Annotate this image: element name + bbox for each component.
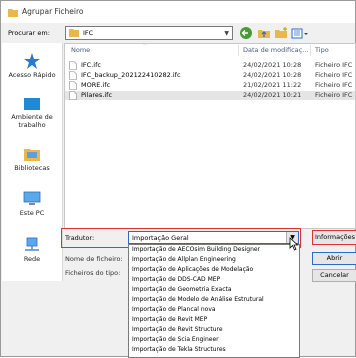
info-button[interactable]: Informações <box>312 230 356 245</box>
file-row[interactable]: MORE.ifc 21/02/2021 11:22 Ficheiro IFC <box>65 81 355 90</box>
translator-option[interactable]: Importação de Geometria Exacta <box>132 286 232 293</box>
place-quick-access[interactable]: Acesso Rápido <box>2 53 62 79</box>
filename-label: Nome de ficheiro: <box>65 255 123 263</box>
column-header-type[interactable]: Tipo <box>315 44 329 57</box>
desktop-icon <box>24 98 40 110</box>
network-icon <box>25 237 39 251</box>
lookin-value: IFC <box>83 29 94 37</box>
cancel-button[interactable]: Cancelar <box>312 269 356 282</box>
place-desktop[interactable]: Ambiente de trabalho <box>2 97 62 129</box>
translator-option[interactable]: Importação de Modelo de Análise Estrutur… <box>132 296 264 303</box>
file-list: Nome ^ Data de modificaç... Tipo IFC.ifc… <box>64 43 356 229</box>
translator-option[interactable]: Importação de DDS-CAD MEP <box>132 276 220 283</box>
place-this-pc[interactable]: Este PC <box>2 191 62 217</box>
open-file-dialog: Agrupar Ficheiro Procurar em: IFC ▼ Aces… <box>0 0 356 358</box>
translator-option[interactable]: Importação de Plancal nova <box>132 306 216 313</box>
translator-select[interactable]: Importação Geral ▼ <box>128 231 299 244</box>
translator-option[interactable]: Importação de Revit MEP <box>132 316 207 323</box>
translator-option[interactable]: Importação de Scia Engineer <box>132 336 219 343</box>
library-icon <box>24 149 40 161</box>
column-header-date[interactable]: Data de modificaç... <box>243 44 308 57</box>
file-row[interactable]: Pilares.ifc 24/02/2021 10:21 Ficheiro IF… <box>65 91 355 100</box>
sort-up-icon: ^ <box>143 43 148 49</box>
file-icon <box>69 81 77 90</box>
translator-option[interactable]: Importação de Aplicações de Modelação <box>132 266 253 273</box>
translator-option[interactable]: Importação de Allplan Engineering <box>132 256 236 263</box>
lookin-label: Procurar em: <box>8 29 50 37</box>
places-bar: Acesso Rápido Ambiente de trabalho Bibli… <box>2 43 63 281</box>
view-menu-icon[interactable] <box>291 26 309 40</box>
new-folder-icon[interactable] <box>274 26 288 40</box>
file-row[interactable]: IFC.ifc 24/02/2021 10:28 Ficheiro IFC <box>65 61 355 70</box>
lookin-select[interactable]: IFC ▼ <box>65 26 233 40</box>
filetype-label: Ficheiros do tipo: <box>65 269 121 277</box>
folder-icon <box>69 29 79 37</box>
mouse-cursor-icon <box>289 237 299 251</box>
translator-label: Tradutor: <box>65 234 95 242</box>
file-icon <box>69 61 77 70</box>
translator-option[interactable]: Importação de AECOsim Building Designer <box>132 246 260 253</box>
computer-icon <box>23 191 41 205</box>
up-folder-icon[interactable] <box>257 26 271 40</box>
title-bar: Agrupar Ficheiro <box>1 1 355 23</box>
chevron-down-icon: ▼ <box>224 30 229 37</box>
column-separator <box>310 45 311 56</box>
column-header-name[interactable]: Nome <box>71 44 90 57</box>
place-libraries[interactable]: Bibliotecas <box>2 146 62 172</box>
translator-value: Importação Geral <box>132 234 189 242</box>
file-row[interactable]: IFC_backup_202122410282.ifc 24/02/2021 1… <box>65 71 355 80</box>
open-button[interactable]: Abrir <box>312 252 356 265</box>
column-separator <box>238 45 239 56</box>
translator-dropdown-list: Importação de AECOsim Building Designer … <box>128 244 300 358</box>
file-icon <box>69 71 77 80</box>
star-icon <box>24 53 40 69</box>
folder-icon <box>8 9 18 17</box>
translator-option[interactable]: Importação de Revit Structure <box>132 326 223 333</box>
place-network[interactable]: Rede <box>2 237 62 263</box>
back-icon[interactable] <box>239 26 253 40</box>
translator-option[interactable]: Importação de Tekla Structures <box>132 346 226 353</box>
file-icon <box>69 91 77 100</box>
window-title: Agrupar Ficheiro <box>22 7 84 16</box>
